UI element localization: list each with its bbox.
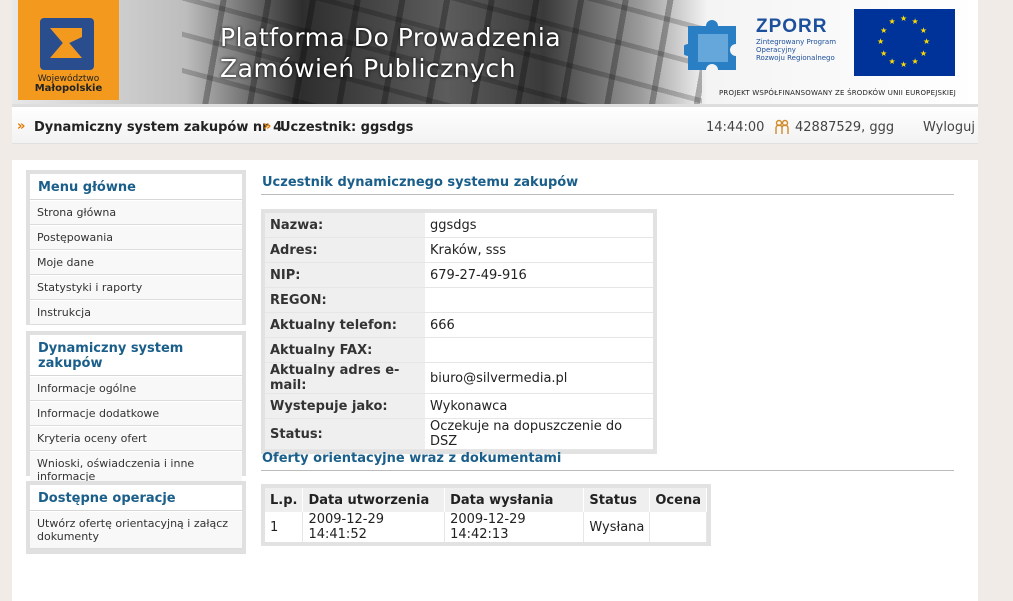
- participant-table: Nazwa: ggsdgs Adres: Kraków, sss NIP: 679-27-…: [265, 213, 653, 450]
- detail-row: Nazwa: ggsdgs: [265, 213, 653, 238]
- zporr-line3: Rozwoju Regionalnego: [756, 54, 835, 62]
- detail-value: biuro@silvermedia.pl: [425, 362, 653, 394]
- detail-row: Aktualny FAX:: [265, 337, 653, 363]
- detail-value: [425, 337, 653, 363]
- operations-menu: Dostępne operacje Utwórz ofertę orientac…: [26, 481, 246, 554]
- eu-star-icon: ★: [888, 17, 896, 27]
- breadcrumb-participant: Uczestnik: ggsdgs: [280, 120, 414, 135]
- site-title: Platforma Do Prowadzenia Zamówień Public…: [220, 22, 561, 84]
- offers-cell: 2009-12-29 14:41:52: [302, 512, 446, 542]
- users-icon: [775, 119, 789, 134]
- header-banner: Województwo Małopolskie Platforma Do Pro…: [12, 0, 978, 104]
- detail-row: Aktualny telefon: 666: [265, 312, 653, 338]
- participant-heading: Uczestnik dynamicznego systemu zakupów: [262, 175, 579, 190]
- logo-line2: Małopolskie: [34, 83, 103, 94]
- eu-star-icon: ★: [888, 56, 896, 66]
- detail-label: Wystepuje jako:: [265, 393, 425, 419]
- divider: [261, 194, 954, 195]
- site-title-line2: Zamówień Publicznych: [220, 54, 516, 83]
- offers-cell: Wysłana: [583, 512, 651, 542]
- detail-value: Oczekuje na dopuszczenie do DSZ: [425, 418, 653, 450]
- zporr-line1: Zintegrowany Program: [756, 38, 837, 46]
- dsz-menu: Dynamiczny system zakupów Informacje ogó…: [26, 331, 246, 489]
- clock: 14:44:00: [706, 120, 765, 135]
- table-row[interactable]: 1 2009-12-29 14:41:52 2009-12-29 14:42:13 W…: [265, 512, 707, 542]
- eu-star-icon: ★: [880, 25, 888, 35]
- participant-details: Nazwa: ggsdgs Adres: Kraków, sss NIP: 679-27-…: [261, 209, 657, 454]
- offers-table: L.p. Data utworzenia Data wysłania Status Oc…: [265, 488, 707, 542]
- detail-label: REGON:: [265, 287, 425, 313]
- eu-star-icon: ★: [911, 56, 919, 66]
- breadcrumb-separator-icon: »: [17, 119, 26, 134]
- offers-cell: 1: [265, 512, 304, 542]
- detail-row: Wystepuje jako: Wykonawca: [265, 393, 653, 419]
- divider: [261, 470, 954, 471]
- eu-star-icon: ★: [919, 48, 928, 58]
- detail-row: Adres: Kraków, sss: [265, 237, 653, 263]
- eu-star-icon: ★: [919, 25, 928, 35]
- eu-star-icon: ★: [900, 14, 908, 23]
- detail-label: Nazwa:: [265, 213, 425, 238]
- eu-flag-icon: ★ ★ ★ ★ ★ ★ ★ ★ ★ ★ ★ ★: [854, 9, 955, 76]
- detail-value: [425, 287, 653, 313]
- malopolska-crest-icon: [40, 18, 94, 70]
- eu-star-icon: ★: [911, 17, 919, 27]
- menu-item-my-data[interactable]: Moje dane: [30, 250, 242, 275]
- zporr-line2: Operacyjny: [756, 46, 796, 54]
- detail-label: Aktualny adres e-mail:: [265, 362, 425, 394]
- project-note: PROJEKT WSPÓŁFINANSOWANY ZE ŚRODKÓW UNII…: [719, 89, 957, 97]
- detail-label: Aktualny FAX:: [265, 337, 425, 363]
- menu-item-home[interactable]: Strona główna: [30, 200, 242, 225]
- detail-row: Status: Oczekuje na dopuszczenie do DSZ: [265, 418, 653, 450]
- malopolska-logo: Województwo Małopolskie: [18, 0, 119, 100]
- detail-value: Kraków, sss: [425, 237, 653, 263]
- detail-label: Adres:: [265, 237, 425, 263]
- offers-column-header: Status: [583, 488, 651, 512]
- menu-item-statistics[interactable]: Statystyki i raporty: [30, 275, 242, 300]
- detail-value: Wykonawca: [425, 393, 653, 419]
- zporr-logo: ZPORR Zintegrowany Program Operacyjny Ro…: [756, 16, 836, 62]
- detail-row: REGON:: [265, 287, 653, 313]
- eu-star-icon: ★: [923, 37, 931, 46]
- site-title-line1: Platforma Do Prowadzenia: [220, 23, 562, 52]
- offers-box: L.p. Data utworzenia Data wysłania Status Oc…: [261, 484, 711, 546]
- offers-cell: [649, 512, 707, 542]
- dsz-menu-title: Dynamiczny system zakupów: [30, 335, 242, 376]
- detail-row: Aktualny adres e-mail: biuro@silvermedia.…: [265, 362, 653, 394]
- header-gap: [12, 144, 978, 160]
- page: Województwo Małopolskie Platforma Do Pro…: [12, 0, 978, 601]
- breadcrumb-dsz[interactable]: Dynamiczny system zakupów nr 4: [34, 120, 282, 135]
- dsz-item-general-info[interactable]: Informacje ogólne: [30, 376, 242, 401]
- ops-item-create-offer[interactable]: Utwórz ofertę orientacyjną i załącz doku…: [30, 511, 242, 549]
- eu-star-icon: ★: [877, 37, 885, 46]
- dsz-item-additional-info[interactable]: Informacje dodatkowe: [30, 401, 242, 426]
- eu-star-icon: ★: [880, 48, 888, 58]
- detail-value: 679-27-49-916: [425, 262, 653, 288]
- offers-heading: Oferty orientacyjne wraz z dokumentami: [262, 451, 562, 466]
- current-user: 42887529, ggg: [795, 120, 895, 135]
- detail-label: Status:: [265, 418, 425, 450]
- detail-label: NIP:: [265, 262, 425, 288]
- offers-cell: 2009-12-29 14:42:13: [444, 512, 585, 542]
- offers-column-header: Ocena: [649, 488, 707, 512]
- zporr-puzzle-icon: [684, 20, 736, 70]
- logout-link[interactable]: Wyloguj: [923, 120, 975, 135]
- menu-item-proceedings[interactable]: Postępowania: [30, 225, 242, 250]
- main-menu-title: Menu główne: [30, 174, 242, 200]
- operations-menu-title: Dostępne operacje: [30, 485, 242, 511]
- dsz-item-criteria[interactable]: Kryteria oceny ofert: [30, 426, 242, 451]
- zporr-name: ZPORR: [756, 16, 828, 37]
- offers-column-header: Data utworzenia: [302, 488, 446, 512]
- breadcrumb-separator-icon: »: [263, 119, 272, 134]
- detail-value: 666: [425, 312, 653, 338]
- offers-column-header: Data wysłania: [444, 488, 585, 512]
- eu-star-icon: ★: [900, 60, 908, 69]
- offers-column-header: L.p.: [265, 488, 304, 512]
- detail-value: ggsdgs: [425, 213, 653, 238]
- detail-row: NIP: 679-27-49-916: [265, 262, 653, 288]
- menu-item-instructions[interactable]: Instrukcja: [30, 300, 242, 325]
- breadcrumb-bar: » Dynamiczny system zakupów nr 4 » Uczes…: [12, 104, 978, 144]
- detail-label: Aktualny telefon:: [265, 312, 425, 338]
- main-menu: Menu główne Strona główna Postępowania M…: [26, 170, 246, 325]
